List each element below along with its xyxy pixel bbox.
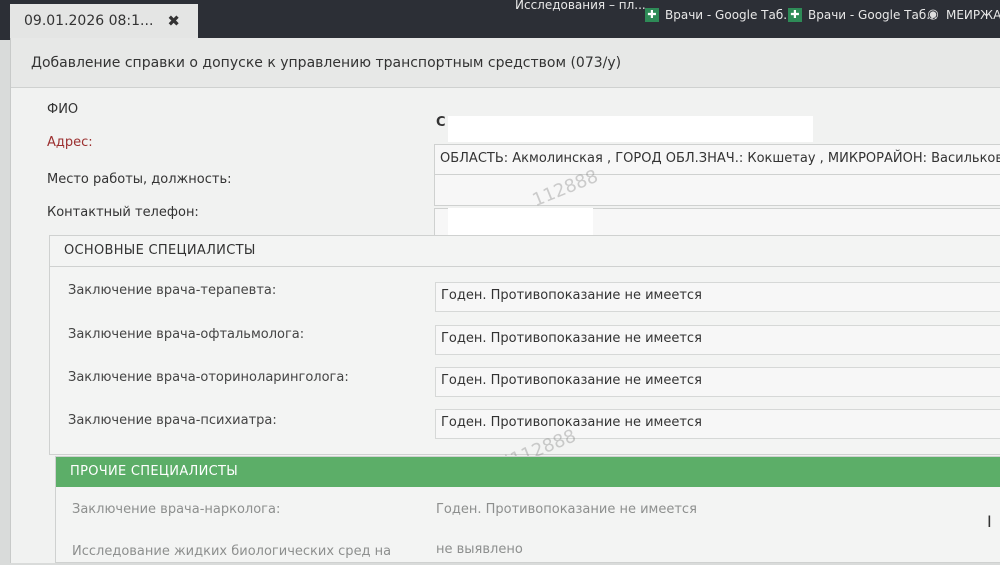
sheets-icon: ✚ — [788, 8, 802, 22]
ophthalmologist-label: Заключение врача-офтальмолога: — [68, 327, 305, 342]
other-specialists-section: ПРОЧИЕ СПЕЦИАЛИСТЫ Заключение врача-нарк… — [55, 456, 1000, 563]
text-cursor-icon: I — [987, 512, 992, 531]
bookmark-label: Исследования – пл... — [515, 0, 646, 12]
work-label: Место работы, должность: — [47, 172, 232, 187]
bio-fluids-result-field[interactable]: не выявлено — [431, 537, 1000, 565]
otolaryngologist-conclusion-field[interactable]: Годен. Противопоказание не имеется — [435, 367, 1000, 397]
therapist-conclusion-field[interactable]: Годен. Противопоказание не имеется — [435, 282, 1000, 312]
bookmark-meirzhan[interactable]: ◉ МЕИРЖАНУ... — [926, 6, 1000, 24]
ophthalmologist-conclusion-field[interactable]: Годен. Противопоказание не имеется — [435, 325, 1000, 355]
work-field[interactable] — [434, 174, 1000, 206]
document-tab-title: 09.01.2026 08:1... — [24, 13, 154, 29]
bookmark-doctors-1[interactable]: ✚ Врачи - Google Таб... — [645, 6, 795, 24]
redacted-phone — [448, 208, 593, 235]
bookmark-doctors-2[interactable]: ✚ Врачи - Google Таб... — [788, 6, 938, 24]
other-specialists-title: ПРОЧИЕ СПЕЦИАЛИСТЫ — [56, 457, 1000, 487]
phone-label: Контактный телефон: — [47, 205, 199, 220]
fio-value: С — [436, 115, 446, 130]
main-specialists-title: ОСНОВНЫЕ СПЕЦИАЛИСТЫ — [50, 236, 1000, 267]
bookmark-label: Врачи - Google Таб... — [665, 8, 795, 22]
close-icon[interactable]: ✖ — [167, 12, 180, 30]
bio-fluids-label: Исследование жидких биологических сред н… — [72, 544, 392, 559]
certificate-dialog: Добавление справки о допуске к управлени… — [10, 38, 1000, 563]
narcologist-conclusion-field[interactable]: Годен. Противопоказание не имеется — [431, 497, 1000, 525]
main-specialists-section: ОСНОВНЫЕ СПЕЦИАЛИСТЫ Заключение врача-те… — [49, 235, 1000, 455]
psychiatrist-conclusion-field[interactable]: Годен. Противопоказание не имеется — [435, 409, 1000, 439]
bookmark-label: Врачи - Google Таб... — [808, 8, 938, 22]
fio-label: ФИО — [47, 102, 79, 117]
redacted-fio — [448, 116, 813, 142]
bookmark-label: МЕИРЖАНУ... — [946, 8, 1000, 22]
dialog-title: Добавление справки о допуске к управлени… — [11, 38, 1000, 88]
otolaryngologist-label: Заключение врача-оториноларинголога: — [68, 370, 349, 385]
browser-bar: 09.01.2026 08:1... ✖ Исследования – пл..… — [0, 0, 1000, 40]
address-field[interactable]: ОБЛАСТЬ: Акмолинская , ГОРОД ОБЛ.ЗНАЧ.: … — [434, 144, 1000, 176]
address-label: Адрес: — [47, 135, 93, 150]
psychiatrist-label: Заключение врача-психиатра: — [68, 413, 277, 428]
bookmark-research[interactable]: Исследования – пл... — [515, 0, 646, 14]
therapist-label: Заключение врача-терапевта: — [68, 283, 277, 298]
document-tab[interactable]: 09.01.2026 08:1... ✖ — [10, 4, 198, 38]
sheets-icon: ✚ — [645, 8, 659, 22]
globe-icon: ◉ — [927, 7, 939, 22]
narcologist-label: Заключение врача-нарколога: — [72, 502, 281, 517]
